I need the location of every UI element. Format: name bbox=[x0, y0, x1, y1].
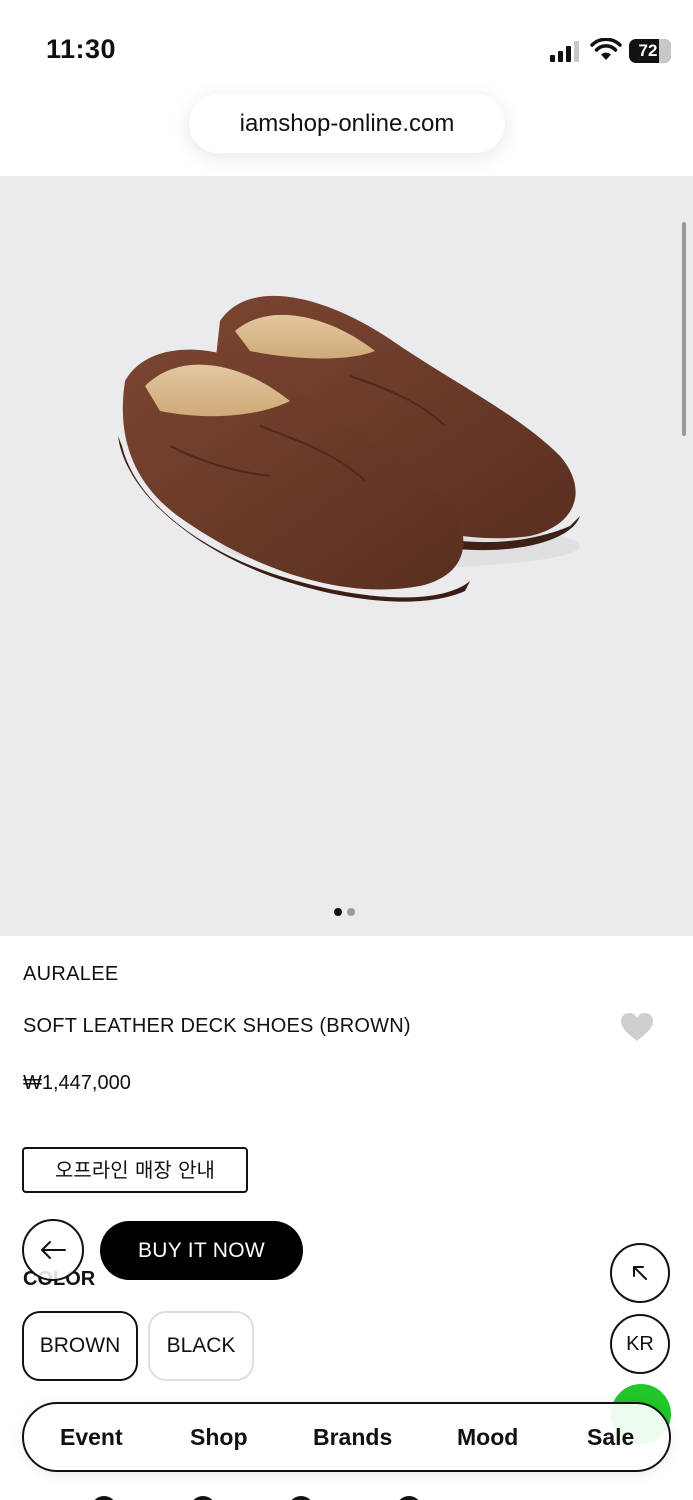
gallery-pagination bbox=[334, 908, 355, 916]
product-price: ₩1,447,000 bbox=[23, 1072, 131, 1094]
scrollbar[interactable] bbox=[682, 222, 686, 436]
peek-circle bbox=[190, 1496, 216, 1500]
product-photo bbox=[118, 295, 580, 602]
status-time: 11:30 bbox=[46, 34, 117, 64]
peek-circle bbox=[396, 1496, 422, 1500]
heart-icon[interactable] bbox=[620, 1012, 654, 1042]
pagination-dot-1[interactable] bbox=[334, 908, 342, 916]
language-label: KR bbox=[626, 1332, 654, 1355]
color-option-brown[interactable]: BROWN bbox=[22, 1311, 138, 1381]
product-image-gallery[interactable] bbox=[0, 176, 693, 936]
product-name: SOFT LEATHER DECK SHOES (BROWN) bbox=[23, 1015, 411, 1037]
language-button[interactable]: KR bbox=[610, 1314, 670, 1374]
address-url: iamshop-online.com bbox=[239, 110, 455, 137]
arrow-up-left-icon bbox=[633, 1266, 647, 1280]
battery-level: 72 bbox=[638, 41, 658, 60]
color-option-black[interactable]: BLACK bbox=[148, 1311, 254, 1381]
address-bar[interactable]: iamshop-online.com bbox=[189, 94, 505, 153]
signal-icon bbox=[550, 41, 579, 62]
wifi-icon bbox=[590, 38, 622, 60]
content-peek bbox=[0, 1490, 693, 1500]
status-bar: 11:30 72 bbox=[0, 0, 693, 95]
product-brand[interactable]: AURALEE bbox=[23, 963, 118, 986]
peek-circle bbox=[288, 1496, 314, 1500]
battery-icon: 72 bbox=[629, 39, 671, 63]
scroll-top-button[interactable] bbox=[610, 1243, 670, 1303]
nav-item-mood[interactable]: Mood bbox=[457, 1404, 518, 1470]
nav-item-event[interactable]: Event bbox=[60, 1404, 123, 1470]
peek-circle bbox=[91, 1496, 117, 1500]
nav-item-brands[interactable]: Brands bbox=[313, 1404, 392, 1470]
nav-item-sale[interactable]: Sale bbox=[587, 1404, 634, 1470]
pagination-dot-2[interactable] bbox=[347, 908, 355, 916]
store-guide-button[interactable]: 오프라인 매장 안내 bbox=[22, 1147, 248, 1193]
buy-it-now-button[interactable]: BUY IT NOW bbox=[100, 1221, 303, 1280]
bottom-nav: Event Shop Brands Mood Sale bbox=[22, 1402, 671, 1472]
arrow-left-icon bbox=[41, 1241, 66, 1259]
back-button[interactable] bbox=[22, 1219, 84, 1281]
nav-item-shop[interactable]: Shop bbox=[190, 1404, 248, 1470]
